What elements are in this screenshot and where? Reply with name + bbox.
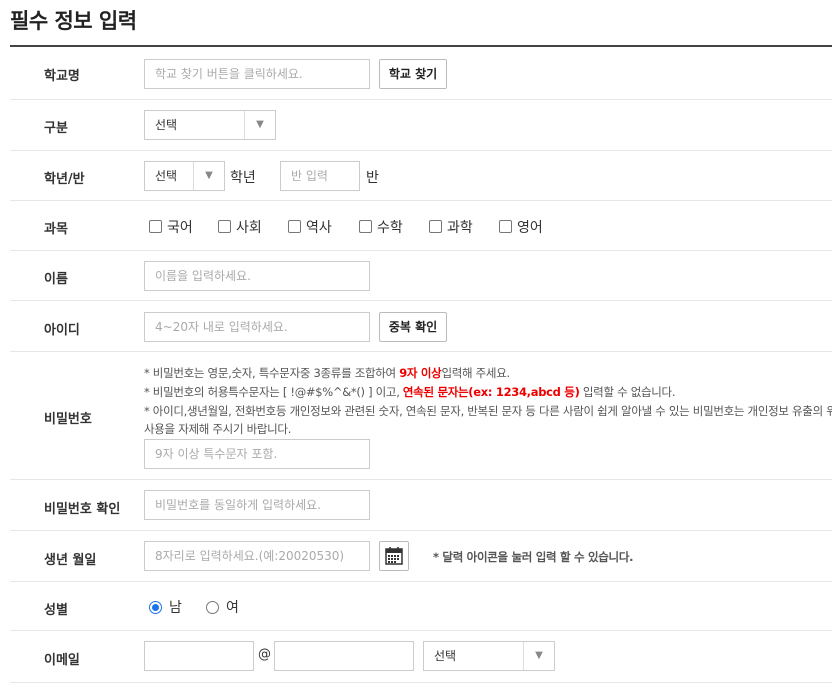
subject-label-social[interactable]: 사회 <box>236 217 262 237</box>
row-email: 이메일 @ 선택 ▼ <box>10 631 832 683</box>
division-selected: 선택 <box>155 118 178 132</box>
password-label: 비밀번호 <box>44 412 92 427</box>
password-input[interactable] <box>144 439 370 469</box>
user-id-input[interactable] <box>144 312 370 342</box>
subjects-label: 과목 <box>44 222 68 237</box>
class-input[interactable] <box>280 161 360 191</box>
email-domain-input[interactable] <box>274 641 414 671</box>
grade-selected: 선택 <box>155 169 178 183</box>
subject-checkbox-english[interactable] <box>499 220 512 233</box>
grade-class-label: 학년/반 <box>44 172 85 187</box>
email-label: 이메일 <box>44 653 80 668</box>
subject-checkbox-korean[interactable] <box>149 220 162 233</box>
gender-label-male[interactable]: 남 <box>169 597 182 617</box>
name-input[interactable] <box>144 261 370 291</box>
name-label: 이름 <box>44 272 68 287</box>
row-password: 비밀번호 * 비밀번호는 영문,숫자, 특수문자중 3종류를 조합하여 9자 이… <box>10 352 832 480</box>
gender-radio-female[interactable] <box>206 601 219 614</box>
password-note-1: * 비밀번호는 영문,숫자, 특수문자중 3종류를 조합하여 9자 이상입력해 … <box>144 366 510 380</box>
email-domain-selected: 선택 <box>434 649 457 663</box>
grade-unit: 학년 <box>230 170 256 186</box>
calendar-icon <box>385 547 403 565</box>
row-password-confirm: 비밀번호 확인 <box>10 480 832 531</box>
find-school-button[interactable]: 학교 찾기 <box>379 59 447 89</box>
school-label: 학교명 <box>44 69 80 84</box>
password-note-2: * 비밀번호의 허용특수문자는 [ !@#$%^&*() ] 이고, 연속된 문… <box>144 385 676 399</box>
subject-checkbox-social[interactable] <box>218 220 231 233</box>
row-birth: 생년 월일 * 달력 아이콘을 눌러 입력 할 수 있습니다. <box>10 531 832 582</box>
email-domain-select[interactable]: 선택 ▼ <box>423 641 555 671</box>
calendar-button[interactable] <box>379 541 409 571</box>
division-label: 구분 <box>44 121 68 136</box>
birth-input[interactable] <box>144 541 370 571</box>
row-gender: 성별 남 여 <box>10 582 832 631</box>
title-divider <box>10 45 832 47</box>
subject-checkbox-math[interactable] <box>359 220 372 233</box>
subject-label-science[interactable]: 과학 <box>447 217 473 237</box>
password-confirm-input[interactable] <box>144 490 370 520</box>
row-subjects: 과목 국어 사회 역사 수학 과학 영어 <box>10 201 832 251</box>
chevron-down-icon: ▼ <box>523 642 554 670</box>
row-grade-class: 학년/반 선택 ▼ 학년 반 <box>10 151 832 201</box>
row-school: 학교명 학교 찾기 <box>10 48 832 100</box>
chevron-down-icon: ▼ <box>193 162 224 190</box>
subject-label-math[interactable]: 수학 <box>377 217 403 237</box>
chevron-down-icon: ▼ <box>244 111 275 139</box>
email-at-sign: @ <box>258 647 271 662</box>
password-note-3: * 아이디,생년월일, 전화번호등 개인정보와 관련된 숫자, 연속된 문자, … <box>144 404 832 418</box>
subject-label-english[interactable]: 영어 <box>517 217 543 237</box>
gender-label-female[interactable]: 여 <box>226 597 239 617</box>
password-note-4: 사용을 자제해 주시기 바랍니다. <box>144 422 292 436</box>
gender-label: 성별 <box>44 603 68 618</box>
row-division: 구분 선택 ▼ <box>10 100 832 151</box>
check-duplicate-button[interactable]: 중복 확인 <box>379 312 447 342</box>
subject-label-korean[interactable]: 국어 <box>167 217 193 237</box>
row-name: 이름 <box>10 251 832 301</box>
birth-label: 생년 월일 <box>44 553 97 568</box>
email-id-input[interactable] <box>144 641 254 671</box>
school-input[interactable] <box>144 59 370 89</box>
gender-radio-male[interactable] <box>149 601 162 614</box>
division-select[interactable]: 선택 ▼ <box>144 110 276 140</box>
row-user-id: 아이디 중복 확인 <box>10 301 832 352</box>
password-confirm-label: 비밀번호 확인 <box>44 502 121 517</box>
user-id-label: 아이디 <box>44 323 80 338</box>
subject-label-history[interactable]: 역사 <box>306 217 332 237</box>
subject-checkbox-science[interactable] <box>429 220 442 233</box>
class-unit: 반 <box>366 170 379 186</box>
subject-checkbox-history[interactable] <box>288 220 301 233</box>
page-title: 필수 정보 입력 <box>10 9 137 33</box>
grade-select[interactable]: 선택 ▼ <box>144 161 225 191</box>
birth-hint: * 달력 아이콘을 눌러 입력 할 수 있습니다. <box>433 550 634 564</box>
